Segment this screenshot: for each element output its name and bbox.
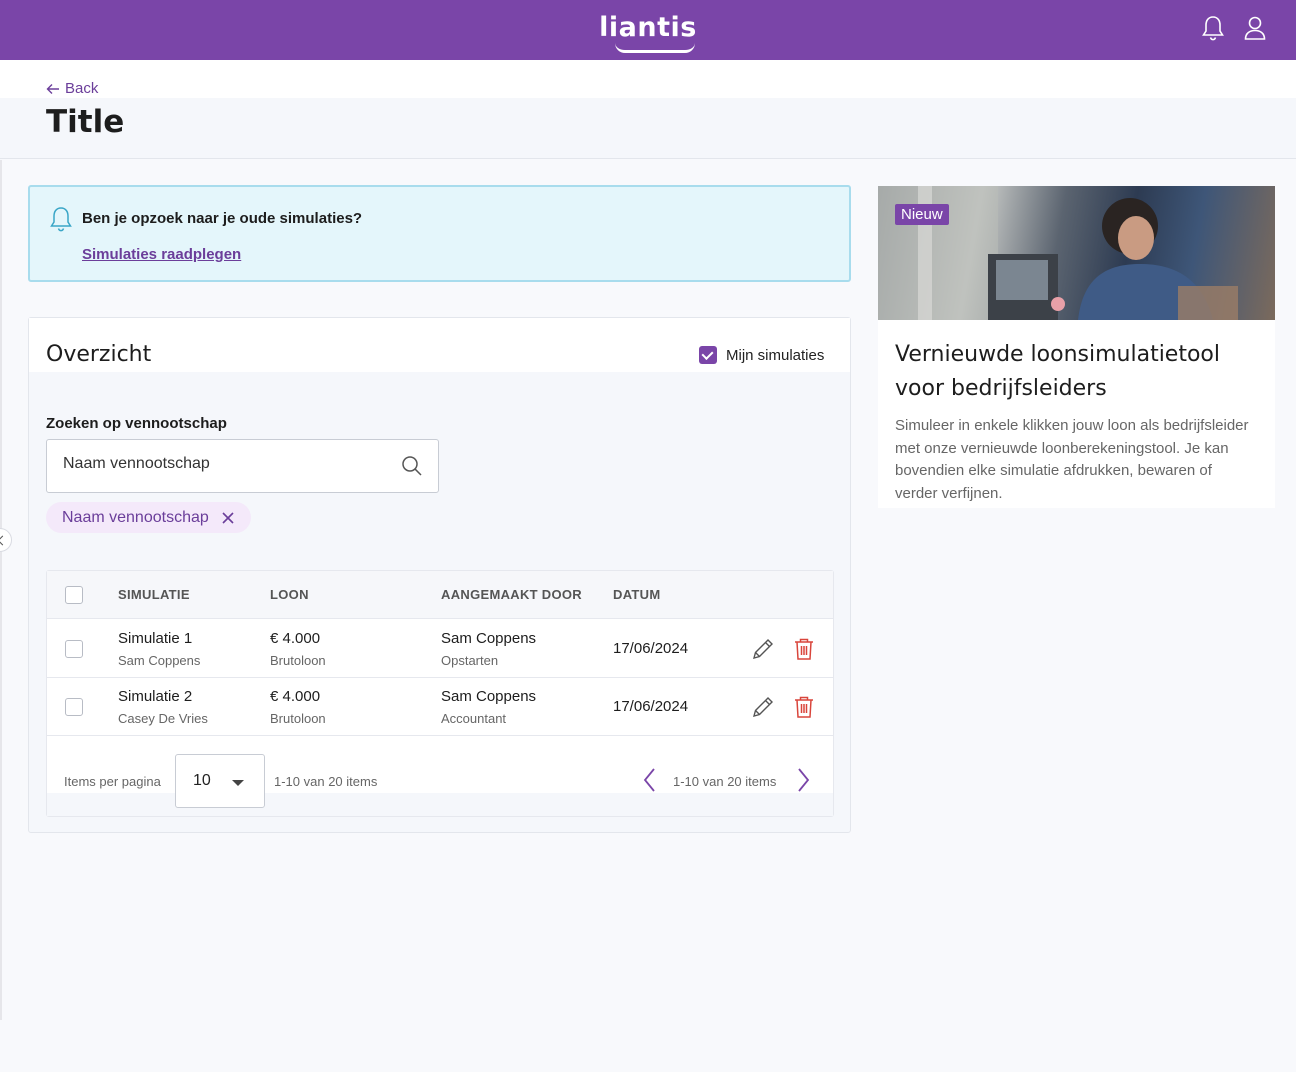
salary-value: € 4.000 [270,688,321,705]
overview-title: Overzicht [46,342,152,367]
items-range-label: 1-10 van 20 items [274,774,378,789]
back-label: Back [65,80,99,97]
logo-text: liantis [599,11,697,43]
table-header: SIMULATIE LOON AANGEMAAKT DOOR DATUM [47,571,833,619]
company-search-box[interactable] [46,439,439,493]
alert-message: Ben je opzoek naar je oude simulaties? [82,210,363,227]
back-link[interactable]: Back [46,80,98,97]
salary-type: Brutoloon [270,653,326,668]
view-simulations-link[interactable]: Simulaties raadplegen [82,246,241,263]
checkbox-checked-icon[interactable] [699,346,717,364]
logo-smile [615,43,695,53]
creator-name: Sam Coppens [441,630,537,647]
items-per-page-select[interactable]: 10 [175,754,265,808]
my-simulations-label: Mijn simulaties [726,346,825,364]
search-icon[interactable] [400,454,424,478]
column-header-datum[interactable]: DATUM [613,587,660,602]
creator-role: Accountant [441,711,507,726]
simulation-date: 17/06/2024 [613,640,689,657]
top-navigation-bar: liantis [0,0,1296,60]
simulation-owner: Sam Coppens [118,653,201,668]
select-all-checkbox[interactable] [65,586,83,604]
filter-chip: Naam vennootschap [46,502,251,533]
bell-icon[interactable] [1200,14,1226,42]
creator-name: Sam Coppens [441,688,537,705]
promo-image: Nieuw [878,186,1275,320]
column-header-aangemaakt-door[interactable]: AANGEMAAKT DOOR [441,587,582,602]
close-icon[interactable] [221,511,235,525]
items-per-page-value: 10 [193,772,211,789]
caret-down-icon [232,780,244,786]
user-icon[interactable] [1242,14,1268,42]
table-row[interactable]: Simulatie 2 Casey De Vries € 4.000 Bruto… [47,678,833,736]
row-checkbox[interactable] [65,698,83,716]
sidebar-toggle[interactable] [0,528,12,552]
chevron-left-icon[interactable] [640,766,660,794]
sidebar-edge [0,160,2,1020]
row-checkbox[interactable] [65,640,83,658]
simulation-name: Simulatie 1 [118,630,193,647]
trash-icon[interactable] [791,694,817,720]
promo-description: Simuleer in enkele klikken jouw loon als… [895,417,1249,502]
column-header-simulatie[interactable]: SIMULATIE [118,587,190,602]
info-alert: Ben je opzoek naar je oude simulaties? S… [28,185,851,282]
liantis-logo[interactable]: liantis [599,11,697,53]
my-simulations-checkbox[interactable]: Mijn simulaties [699,346,824,364]
simulation-name: Simulatie 2 [118,688,193,705]
salary-value: € 4.000 [270,630,321,647]
items-per-page-label: Items per pagina [64,774,161,789]
simulation-owner: Casey De Vries [118,711,208,726]
page-title: Title [46,104,125,140]
overview-card: Overzicht Mijn simulaties Zoeken op venn… [28,317,851,833]
topbar-actions [1200,14,1268,42]
search-label: Zoeken op vennootschap [46,415,227,432]
new-badge: Nieuw [895,204,949,225]
filter-chip-label: Naam vennootschap [62,508,209,526]
simulation-date: 17/06/2024 [613,698,689,715]
page-range-label: 1-10 van 20 items [673,774,777,789]
table-row[interactable]: Simulatie 1 Sam Coppens € 4.000 Brutoloo… [47,620,833,678]
trash-icon[interactable] [791,636,817,662]
arrow-left-icon [46,83,59,94]
salary-type: Brutoloon [270,711,326,726]
column-header-loon[interactable]: LOON [270,587,309,602]
table-pagination: Items per pagina 10 1-10 van 20 items 1-… [47,736,833,816]
edit-pencil-icon[interactable] [750,694,776,720]
edit-pencil-icon[interactable] [750,636,776,662]
page-header: Back Title [0,60,1296,159]
creator-role: Opstarten [441,653,499,668]
chevron-right-icon[interactable] [793,766,813,794]
company-search-input[interactable] [63,455,383,473]
bell-icon [48,205,74,233]
promo-card[interactable]: Nieuw Vernieuwde loonsimulatietool voor … [878,186,1275,508]
simulations-table: SIMULATIE LOON AANGEMAAKT DOOR DATUM Sim… [46,570,834,817]
promo-title[interactable]: Vernieuwde loonsimulatietool voor bedrij… [895,338,1255,406]
